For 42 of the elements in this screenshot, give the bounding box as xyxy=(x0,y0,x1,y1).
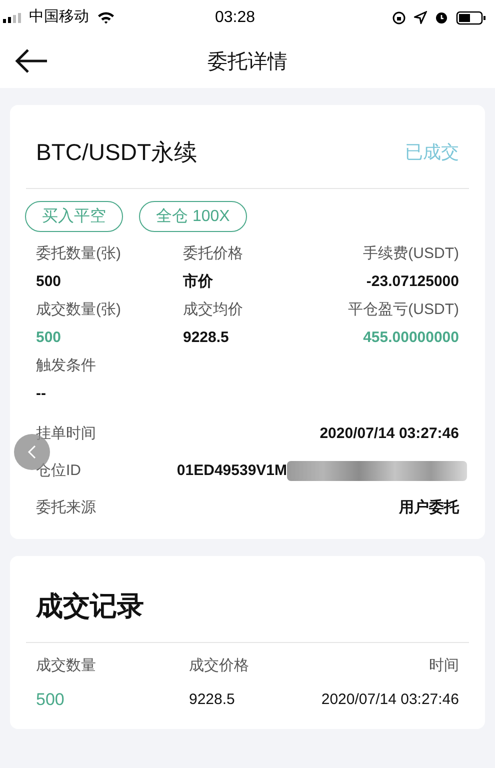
detail-label: 委托来源 xyxy=(36,498,97,518)
wifi-icon xyxy=(97,11,115,24)
page-title: 委托详情 xyxy=(208,50,288,74)
field-value: 455.00000000 xyxy=(362,328,459,348)
rotation-lock-icon xyxy=(392,10,406,24)
field-label: 成交数量(张) xyxy=(36,300,122,320)
field-value: -23.07125000 xyxy=(365,272,459,292)
column-header: 成交价格 xyxy=(189,656,250,676)
field-label: 委托数量(张) xyxy=(36,244,122,264)
chevron-left-icon xyxy=(26,444,38,460)
detail-value: 用户委托 xyxy=(399,498,459,518)
field-label: 成交均价 xyxy=(183,300,244,320)
section-title: 成交记录 xyxy=(36,590,144,620)
table-cell-text: 9228.5 xyxy=(189,690,236,710)
column-header: 成交数量 xyxy=(36,656,97,676)
status-time: 03:28 xyxy=(215,8,256,28)
field-label: 委托价格 xyxy=(183,244,244,264)
detail-value: 2020/07/14 03:27:46 xyxy=(320,424,459,444)
back-button[interactable] xyxy=(14,47,48,75)
battery-icon xyxy=(456,10,486,24)
detail-label: 挂单时间 xyxy=(36,424,97,444)
field-label: 平仓盈亏(USDT) xyxy=(347,300,459,320)
field-label: 触发条件 xyxy=(36,356,97,376)
back-arrow-icon xyxy=(14,47,48,75)
detail-label: 仓位ID xyxy=(36,460,82,481)
table-cell-text: 2020/07/14 03:27:46 xyxy=(320,690,459,710)
field-value: -- xyxy=(36,384,47,404)
detail-value: 01ED49539V1M xyxy=(176,460,287,481)
carrier-name: 中国移动 xyxy=(29,7,89,28)
field-value: 市价 xyxy=(183,272,214,292)
field-value: 500 xyxy=(36,272,62,292)
order-tag: 买入平空 xyxy=(25,200,123,232)
field-value: 500 xyxy=(36,328,62,348)
location-icon xyxy=(414,11,427,24)
field-value: 9228.5 xyxy=(183,328,230,348)
order-status: 已成交 xyxy=(405,140,459,164)
alarm-icon xyxy=(435,11,448,24)
contract-symbol: BTC/USDT永续 xyxy=(36,138,197,167)
column-header: 时间 xyxy=(428,656,459,676)
table-cell-text: 500 xyxy=(36,689,66,711)
order-tag: 全仓 100X xyxy=(139,200,247,232)
field-label: 手续费(USDT) xyxy=(362,244,459,264)
